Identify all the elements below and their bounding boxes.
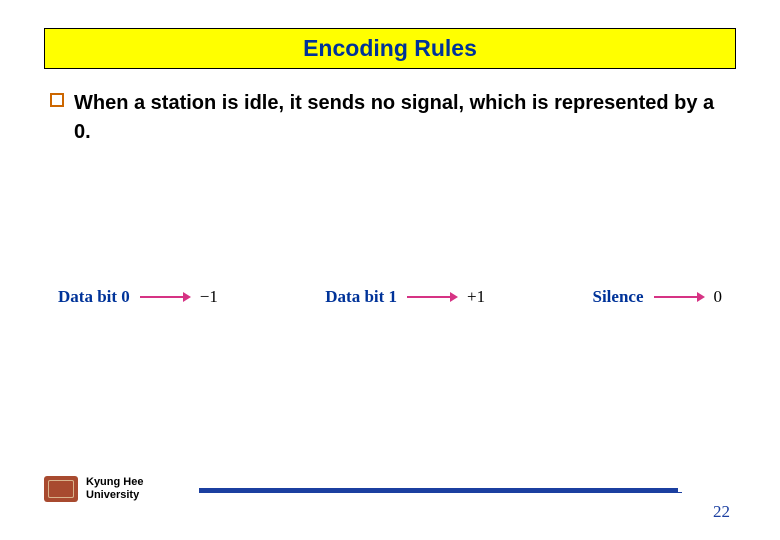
encoding-item-databit0: Data bit 0 −1 (58, 287, 218, 307)
arrow-icon (140, 292, 190, 302)
encoding-label: Data bit 0 (58, 287, 130, 307)
slide-title: Encoding Rules (303, 35, 477, 61)
encoding-value: −1 (200, 287, 218, 307)
footer-divider (199, 488, 678, 492)
university-line2: University (86, 489, 143, 502)
university-line1: Kyung Hee (86, 476, 143, 489)
encoding-row: Data bit 0 −1 Data bit 1 +1 Silence 0 (50, 287, 730, 307)
encoding-item-silence: Silence 0 (593, 287, 723, 307)
bullet-text: When a station is idle, it sends no sign… (74, 89, 730, 147)
encoding-label: Data bit 1 (325, 287, 397, 307)
arrow-icon (654, 292, 704, 302)
bullet-item: When a station is idle, it sends no sign… (50, 89, 730, 147)
arrow-icon (407, 292, 457, 302)
footer: Kyung Hee University 22 (44, 476, 736, 520)
slide: Encoding Rules When a station is idle, i… (0, 0, 780, 540)
slide-body: When a station is idle, it sends no sign… (44, 89, 736, 307)
university-name: Kyung Hee University (86, 476, 143, 501)
square-bullet-icon (50, 93, 64, 107)
page-number: 22 (713, 502, 730, 522)
encoding-value: +1 (467, 287, 485, 307)
title-bar: Encoding Rules (44, 28, 736, 69)
encoding-value: 0 (714, 287, 723, 307)
encoding-item-databit1: Data bit 1 +1 (325, 287, 485, 307)
university-logo-icon (44, 476, 78, 502)
encoding-label: Silence (593, 287, 644, 307)
